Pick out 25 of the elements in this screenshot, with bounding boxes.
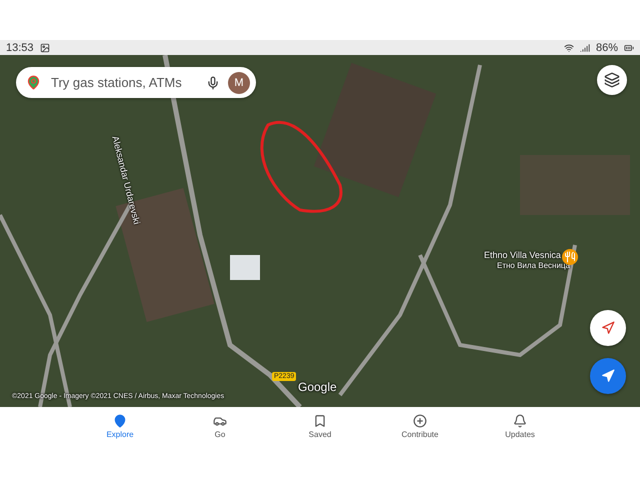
nav-tab[interactable]: Contribute	[370, 407, 470, 445]
google-logo: Google	[298, 380, 337, 394]
location-arrow-icon	[601, 321, 615, 335]
nav-tab[interactable]: Saved	[270, 407, 370, 445]
status-time: 13:53	[6, 42, 34, 54]
layers-icon	[604, 72, 620, 88]
bookmark-icon	[313, 414, 327, 428]
map-pin-icon	[26, 75, 41, 90]
place-name-local: Етно Вила Весница	[497, 261, 570, 270]
battery-icon	[624, 42, 634, 52]
plus-circle-icon	[413, 414, 427, 428]
search-bar[interactable]: Try gas stations, ATMs M	[16, 67, 256, 98]
pin-icon	[113, 414, 127, 428]
wifi-icon	[564, 42, 574, 52]
place-name: Ethno Villa Vesnica	[484, 250, 561, 260]
bell-icon	[513, 414, 527, 428]
nav-tab[interactable]: Explore	[70, 407, 170, 445]
directions-arrow-icon	[601, 369, 615, 383]
image-icon	[40, 42, 50, 52]
avatar[interactable]: M	[228, 72, 250, 94]
battery-percent: 86%	[596, 42, 618, 54]
microphone-icon[interactable]	[206, 76, 220, 90]
nav-tab[interactable]: Go	[170, 407, 270, 445]
nav-tab[interactable]: Updates	[470, 407, 570, 445]
signal-icon	[580, 42, 590, 52]
